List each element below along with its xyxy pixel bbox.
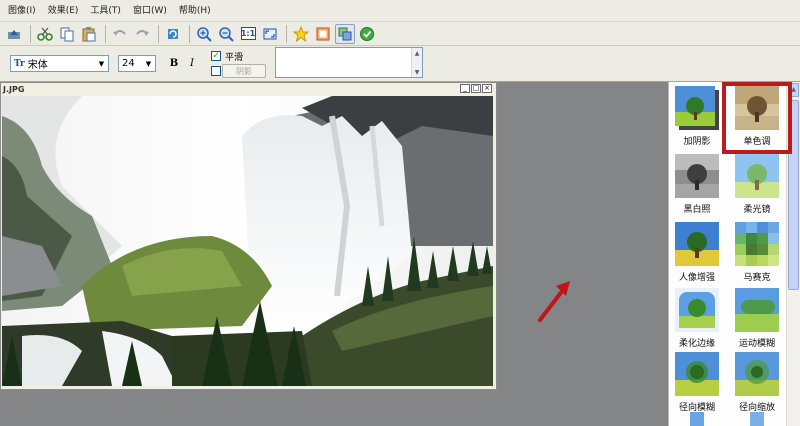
effect-radial-zoom[interactable]: 径向缩放	[732, 352, 782, 418]
zoom-in-icon	[197, 26, 212, 42]
smooth-label: 平滑	[225, 53, 244, 63]
layers-icon	[338, 27, 352, 40]
rotate-button[interactable]	[163, 24, 183, 44]
zoom-out-icon	[219, 26, 234, 42]
effect-soft-focus[interactable]: 柔光镜	[732, 154, 782, 220]
effect-add-shadow[interactable]: 加阴影	[672, 86, 722, 152]
minimize-button[interactable]: _	[460, 84, 470, 93]
waterfall-photo[interactable]	[2, 96, 493, 386]
effect-next-row[interactable]	[732, 412, 782, 426]
shadow-checkbox[interactable]	[211, 66, 221, 76]
import-button[interactable]	[4, 24, 24, 44]
zoom-in-button[interactable]	[194, 24, 214, 44]
menu-image[interactable]: 图像(I)	[2, 1, 42, 21]
effect-thumbnail	[675, 154, 719, 198]
effect-motion-blur[interactable]: 运动模糊	[732, 288, 782, 354]
font-family-select[interactable]: Tr 宋体 ▼	[10, 55, 109, 72]
copy-button[interactable]	[57, 24, 77, 44]
undo-icon	[113, 29, 126, 36]
maximize-button[interactable]: □	[471, 84, 481, 93]
favorite-button[interactable]	[291, 24, 311, 44]
effect-label: 黑白照	[683, 205, 711, 215]
effect-label: 运动模糊	[738, 339, 775, 349]
frame-icon	[316, 27, 330, 40]
effect-thumbnail	[675, 222, 719, 266]
truetype-icon: Tr	[14, 58, 25, 69]
toolbar-separator	[189, 24, 190, 43]
scroll-up-icon[interactable]: ▲	[412, 48, 422, 58]
effect-thumbnail	[735, 154, 779, 198]
redo-button[interactable]	[132, 24, 152, 44]
effect-radial-blur[interactable]: 径向模糊	[672, 352, 722, 418]
effect-label: 人像增强	[678, 273, 715, 283]
effect-thumbnail	[675, 352, 719, 396]
font-family-value: 宋体	[27, 60, 48, 71]
fit-window-button[interactable]	[260, 24, 280, 44]
copy-icon	[60, 27, 74, 41]
effect-thumbnail	[735, 288, 779, 332]
toolbar: 1:1	[0, 22, 800, 46]
toolbar-separator	[158, 24, 159, 43]
chevron-down-icon[interactable]: ▼	[95, 56, 108, 71]
redo-icon	[136, 29, 149, 36]
image-window-titlebar[interactable]: J.JPG _ □ ×	[1, 83, 496, 95]
menu-bar: 图像(I) 效果(E) 工具(T) 窗口(W) 帮助(H)	[0, 0, 800, 22]
selected-effect-highlight	[722, 82, 792, 154]
rotate-icon	[168, 28, 178, 39]
menu-help[interactable]: 帮助(H)	[173, 1, 217, 21]
font-size-select[interactable]: 24 ▼	[118, 55, 156, 72]
italic-button[interactable]: I	[184, 55, 200, 72]
frame-button[interactable]	[313, 24, 333, 44]
paste-icon	[82, 26, 96, 41]
zoom-out-button[interactable]	[216, 24, 236, 44]
image-window: J.JPG _ □ ×	[0, 82, 497, 390]
toolbar-separator	[30, 24, 31, 43]
smooth-checkbox[interactable]: ✓	[211, 51, 221, 61]
text-input-area[interactable]: ▲ ▼	[275, 47, 423, 78]
bold-button[interactable]: B	[166, 55, 182, 72]
help-button[interactable]	[357, 24, 377, 44]
effect-label: 柔化边缘	[678, 339, 715, 349]
star-icon	[293, 25, 309, 42]
menu-effects[interactable]: 效果(E)	[42, 1, 85, 21]
menu-tools[interactable]: 工具(T)	[84, 1, 127, 21]
fit-window-icon	[263, 28, 277, 39]
window-controls: _ □ ×	[459, 84, 492, 93]
actual-size-icon: 1:1	[240, 27, 256, 40]
layers-button[interactable]	[335, 23, 355, 44]
paste-button[interactable]	[79, 24, 99, 44]
effect-label: 马赛克	[743, 273, 771, 283]
actual-size-button[interactable]: 1:1	[238, 24, 258, 44]
text-area-scrollbar[interactable]: ▲ ▼	[411, 48, 422, 77]
scissors-icon	[37, 27, 53, 41]
undo-button[interactable]	[110, 24, 130, 44]
effect-next-row[interactable]	[672, 412, 722, 426]
effect-thumbnail	[735, 352, 779, 396]
effect-soften-edges[interactable]: 柔化边缘	[672, 288, 722, 354]
annotation-arrow	[538, 281, 570, 322]
effect-thumbnail	[690, 412, 704, 426]
effect-portrait-enhance[interactable]: 人像增强	[672, 222, 722, 288]
image-window-title: J.JPG	[3, 84, 25, 94]
effect-black-white[interactable]: 黑白照	[672, 154, 722, 220]
effect-thumbnail	[750, 412, 764, 426]
toolbar-separator	[105, 24, 106, 43]
toolbar-separator	[286, 24, 287, 43]
effect-thumbnail	[675, 86, 719, 130]
chevron-down-icon[interactable]: ▼	[142, 56, 155, 71]
shadow-button[interactable]: 阴影	[222, 64, 266, 78]
help-globe-icon	[360, 26, 374, 41]
font-size-value: 24	[122, 58, 135, 69]
effect-thumbnail	[675, 288, 719, 332]
effect-thumbnail	[735, 222, 779, 266]
menu-window[interactable]: 窗口(W)	[127, 1, 173, 21]
scroll-down-icon[interactable]: ▼	[412, 67, 422, 77]
effect-label: 加阴影	[683, 137, 711, 147]
effect-label: 柔光镜	[743, 205, 771, 215]
import-icon	[8, 29, 20, 39]
cut-button[interactable]	[35, 24, 55, 44]
close-button[interactable]: ×	[482, 84, 492, 93]
effect-mosaic[interactable]: 马赛克	[732, 222, 782, 288]
